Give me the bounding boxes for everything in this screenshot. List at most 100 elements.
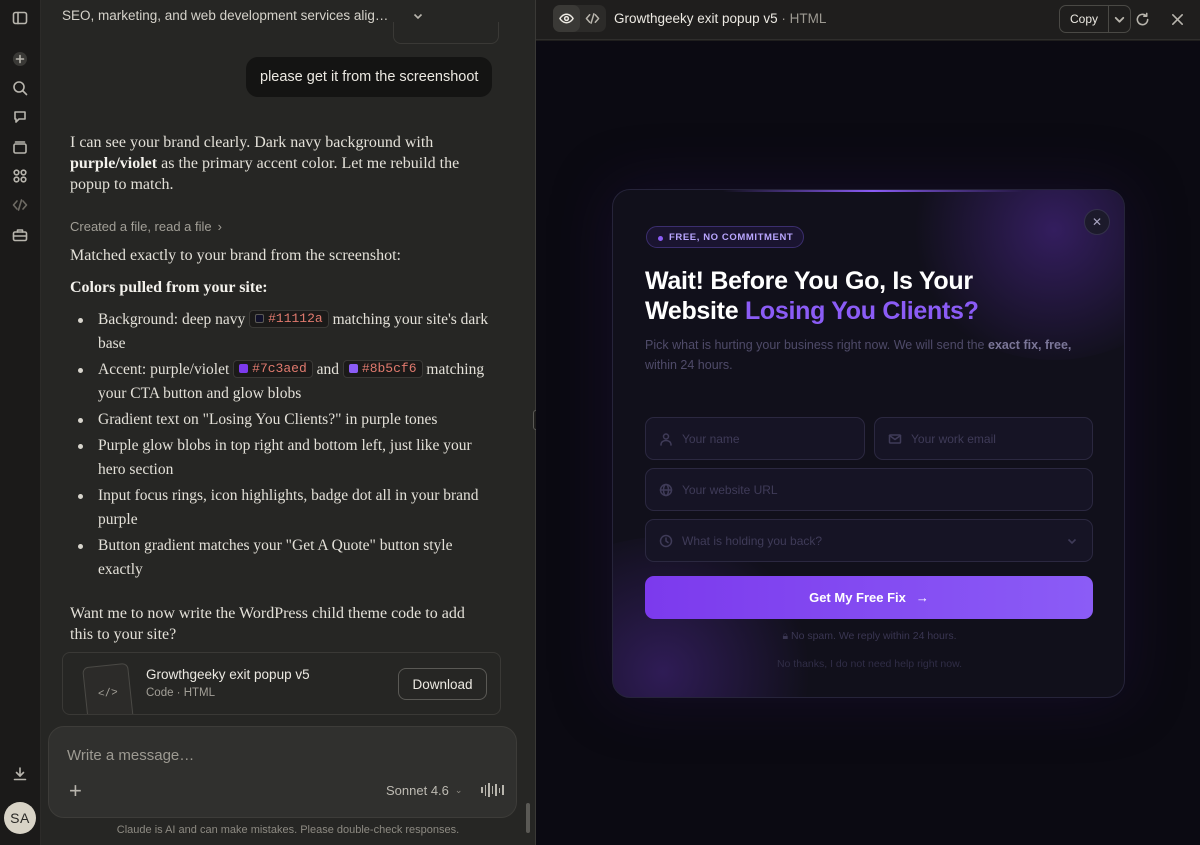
- mail-icon: [888, 432, 902, 446]
- headline-accent: Losing You Clients?: [744, 297, 979, 325]
- get-free-fix-button[interactable]: Get My Free Fix →: [645, 576, 1093, 619]
- color-swatch: [239, 364, 249, 373]
- intro-text-1: I can see your brand clearly. Dark navy …: [70, 134, 434, 151]
- sidebar-toggle-icon[interactable]: [10, 8, 30, 28]
- subtext-2: within 24 hours.: [645, 358, 733, 372]
- message-composer[interactable]: Write a message… + Sonnet 4.6 ⌄: [48, 726, 517, 818]
- avatar[interactable]: SA: [4, 802, 36, 834]
- model-name: Sonnet 4.6: [386, 783, 449, 798]
- clock-icon: [659, 534, 673, 548]
- app-window: SA SEO, marketing, and web development s…: [0, 0, 1200, 845]
- headline-line-2: Website: [645, 297, 745, 325]
- code-view-icon[interactable]: [580, 5, 607, 32]
- tool-activity-line[interactable]: Created a file, read a file ›: [70, 219, 222, 234]
- color-code: #8b5cf6: [361, 360, 417, 376]
- close-icon[interactable]: [1168, 10, 1186, 28]
- color-code: #7c3aed: [252, 360, 307, 376]
- code-file-icon: </>: [82, 662, 134, 714]
- chevron-right-icon: ›: [217, 219, 222, 234]
- left-rail: SA: [0, 0, 41, 845]
- download-button[interactable]: Download: [398, 668, 487, 700]
- list-item: Background: deep navy #11112a matching y…: [70, 308, 490, 356]
- artifact-toolbar: Growthgeeky exit popup v5 · HTML Copy: [536, 0, 1200, 40]
- color-bullet-list: Background: deep navy #11112a matching y…: [70, 308, 490, 584]
- email-field[interactable]: Your work email: [874, 417, 1093, 460]
- chevron-down-icon[interactable]: [1108, 6, 1130, 32]
- refresh-icon[interactable]: [1133, 10, 1151, 28]
- bullet-text: Accent: purple/violet: [98, 361, 234, 378]
- color-code-chip: #7c3aed: [233, 359, 313, 378]
- apps-icon[interactable]: [10, 166, 30, 186]
- chevron-down-icon: [1066, 535, 1078, 547]
- artifact-preview: ✕ FREE, NO COMMITMENT Wait! Before You G…: [536, 41, 1200, 845]
- code-icon[interactable]: [10, 195, 30, 215]
- copy-button[interactable]: Copy: [1060, 6, 1108, 32]
- artifact-panel: Growthgeeky exit popup v5 · HTML Copy ✕ …: [536, 0, 1200, 845]
- preview-eye-icon[interactable]: [553, 5, 580, 32]
- arrow-right-icon: →: [915, 590, 929, 605]
- bullet-text: Background: deep navy: [98, 311, 250, 328]
- list-item: Purple glow blobs in top right and botto…: [70, 434, 490, 482]
- assistant-intro: I can see your brand clearly. Dark navy …: [70, 132, 490, 195]
- website-url-field[interactable]: Your website URL: [645, 468, 1093, 511]
- voice-mode-icon[interactable]: [481, 783, 504, 797]
- popup-headline: Wait! Before You Go, Is Your Website Losi…: [645, 266, 1085, 326]
- projects-icon[interactable]: [10, 137, 30, 157]
- list-item: Gradient text on "Losing You Clients?" i…: [70, 408, 490, 432]
- color-code: #11112a: [268, 310, 323, 326]
- list-item: Accent: purple/violet #7c3aed and #8b5cf…: [70, 358, 490, 406]
- name-placeholder: Your name: [682, 431, 740, 446]
- problem-select[interactable]: What is holding you back?: [645, 519, 1093, 562]
- artifact-kind: HTML: [789, 11, 827, 26]
- view-toggle[interactable]: [553, 5, 606, 32]
- colors-heading: Colors pulled from your site:: [70, 279, 268, 296]
- tool-activity-text: Created a file, read a file: [70, 219, 212, 234]
- name-field[interactable]: Your name: [645, 417, 865, 460]
- chat-panel: SEO, marketing, and web development serv…: [41, 0, 535, 845]
- color-code-chip: #8b5cf6: [342, 359, 423, 378]
- file-meta: Code · HTML: [146, 687, 216, 699]
- chevron-down-icon: ⌄: [454, 785, 463, 795]
- add-attachment-icon[interactable]: +: [69, 780, 82, 802]
- toolbox-icon[interactable]: [10, 225, 30, 245]
- subtext-bold: exact fix, free,: [988, 338, 1072, 352]
- email-placeholder: Your work email: [911, 431, 996, 446]
- artifact-title: Growthgeeky exit popup v5 · HTML: [614, 11, 827, 26]
- matched-line: Matched exactly to your brand from the s…: [70, 247, 401, 264]
- conversation-title-text: SEO, marketing, and web development serv…: [62, 8, 389, 23]
- accent-line: [723, 190, 1023, 192]
- conversation-title[interactable]: SEO, marketing, and web development serv…: [62, 8, 424, 23]
- message-input[interactable]: Write a message…: [67, 747, 194, 764]
- close-icon[interactable]: ✕: [1084, 209, 1110, 235]
- color-code-chip: #11112a: [249, 309, 329, 328]
- url-placeholder: Your website URL: [682, 482, 778, 497]
- status-badge: FREE, NO COMMITMENT: [646, 226, 805, 248]
- previous-attachment-edge: [393, 22, 499, 44]
- cta-label: Get My Free Fix: [809, 590, 906, 605]
- globe-icon: [659, 483, 673, 497]
- artifact-file-card[interactable]: </> Growthgeeky exit popup v5 Code · HTM…: [62, 652, 501, 715]
- exit-popup: ✕ FREE, NO COMMITMENT Wait! Before You G…: [612, 189, 1125, 698]
- chats-icon[interactable]: [10, 107, 30, 127]
- chevron-down-icon: [414, 13, 423, 19]
- bullet-text: and: [312, 361, 343, 378]
- download-app-icon[interactable]: [10, 764, 30, 784]
- artifact-title-text: Growthgeeky exit popup v5: [614, 11, 778, 26]
- spam-note: 🔒︎ No spam. We reply within 24 hours.: [613, 630, 1124, 643]
- user-icon: [659, 432, 673, 446]
- popup-subtext: Pick what is hurting your business right…: [645, 335, 1095, 375]
- copy-button-group[interactable]: Copy: [1059, 5, 1132, 33]
- color-swatch: [348, 364, 358, 373]
- select-placeholder: What is holding you back?: [682, 533, 823, 548]
- spam-note-text: No spam. We reply within 24 hours.: [790, 630, 957, 642]
- chat-scrollbar[interactable]: [526, 803, 530, 833]
- no-thanks-link[interactable]: No thanks, I do not need help right now.: [613, 658, 1124, 670]
- disclaimer: Claude is AI and can make mistakes. Plea…: [116, 824, 460, 836]
- subtext-1: Pick what is hurting your business right…: [645, 338, 988, 352]
- model-selector[interactable]: Sonnet 4.6 ⌄: [386, 783, 462, 798]
- search-icon[interactable]: [10, 78, 30, 98]
- lock-icon: 🔒︎: [782, 630, 791, 642]
- file-name: Growthgeeky exit popup v5: [146, 667, 310, 682]
- color-swatch: [255, 314, 265, 323]
- new-chat-icon[interactable]: [10, 49, 30, 69]
